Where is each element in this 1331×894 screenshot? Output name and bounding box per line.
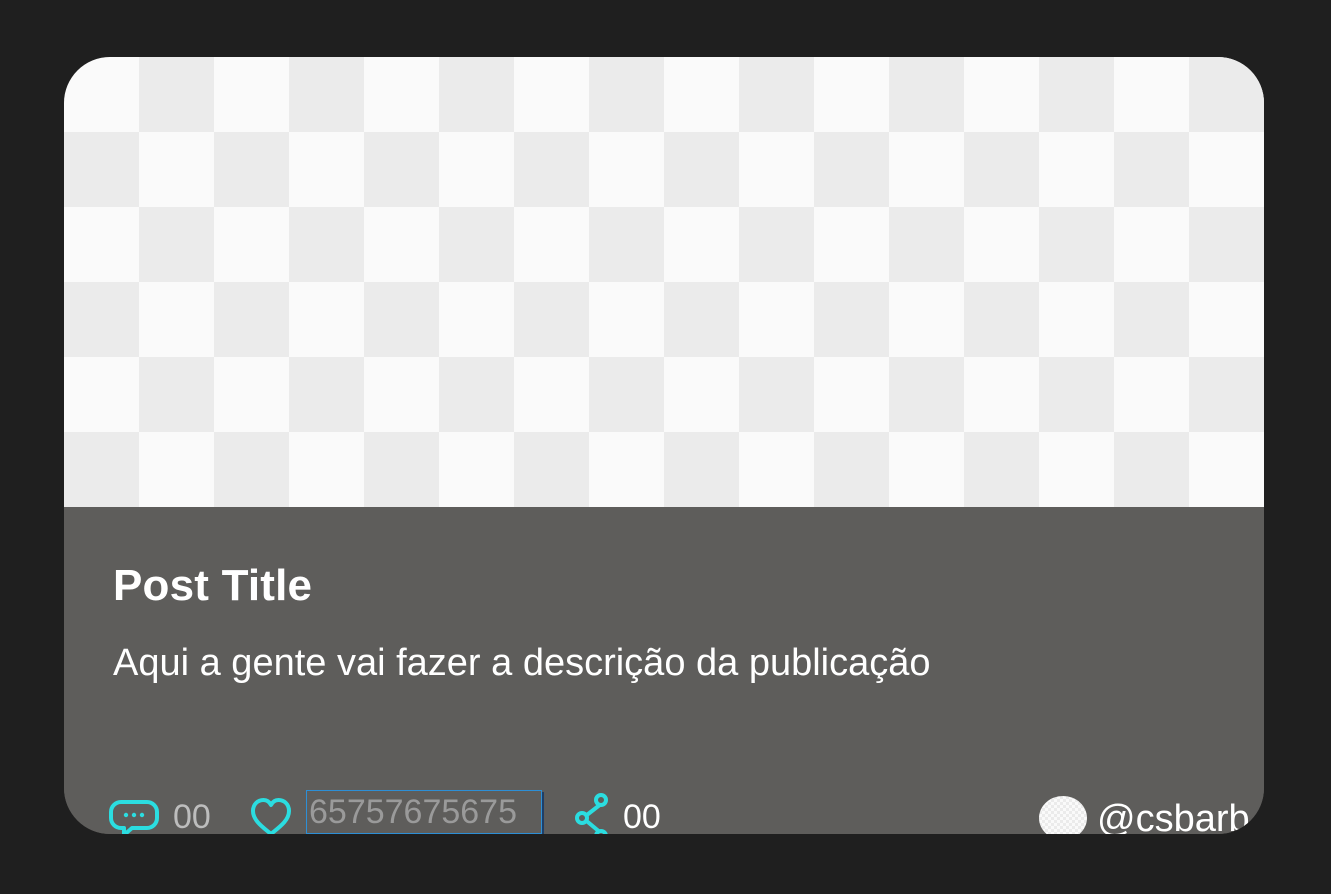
comments-stat[interactable]: 00: [107, 790, 227, 834]
author-info[interactable]: @csbarb: [1039, 790, 1264, 834]
post-card[interactable]: Post Title Aqui a gente vai fazer a desc…: [64, 57, 1264, 834]
comments-count: 00: [173, 798, 211, 834]
post-cover-image: [64, 57, 1264, 507]
comment-bubble-icon[interactable]: [107, 790, 161, 834]
post-title: Post Title: [113, 561, 313, 610]
post-actions: 00 65757675675 00 @csbarb: [64, 790, 1264, 834]
heart-icon[interactable]: [244, 790, 298, 834]
post-card-body: Post Title Aqui a gente vai fazer a desc…: [64, 507, 1264, 834]
author-handle[interactable]: @csbarb: [1097, 796, 1250, 834]
post-description: Aqui a gente vai fazer a descrição da pu…: [113, 642, 931, 684]
avatar[interactable]: [1039, 796, 1087, 834]
page-background: Post Title Aqui a gente vai fazer a desc…: [0, 0, 1331, 894]
likes-count-input[interactable]: [306, 790, 542, 834]
shares-stat[interactable]: 00: [573, 790, 713, 834]
share-icon[interactable]: [573, 790, 627, 834]
shares-count: 00: [623, 798, 661, 834]
likes-stat[interactable]: [244, 790, 574, 834]
text-cursor: [542, 792, 544, 834]
